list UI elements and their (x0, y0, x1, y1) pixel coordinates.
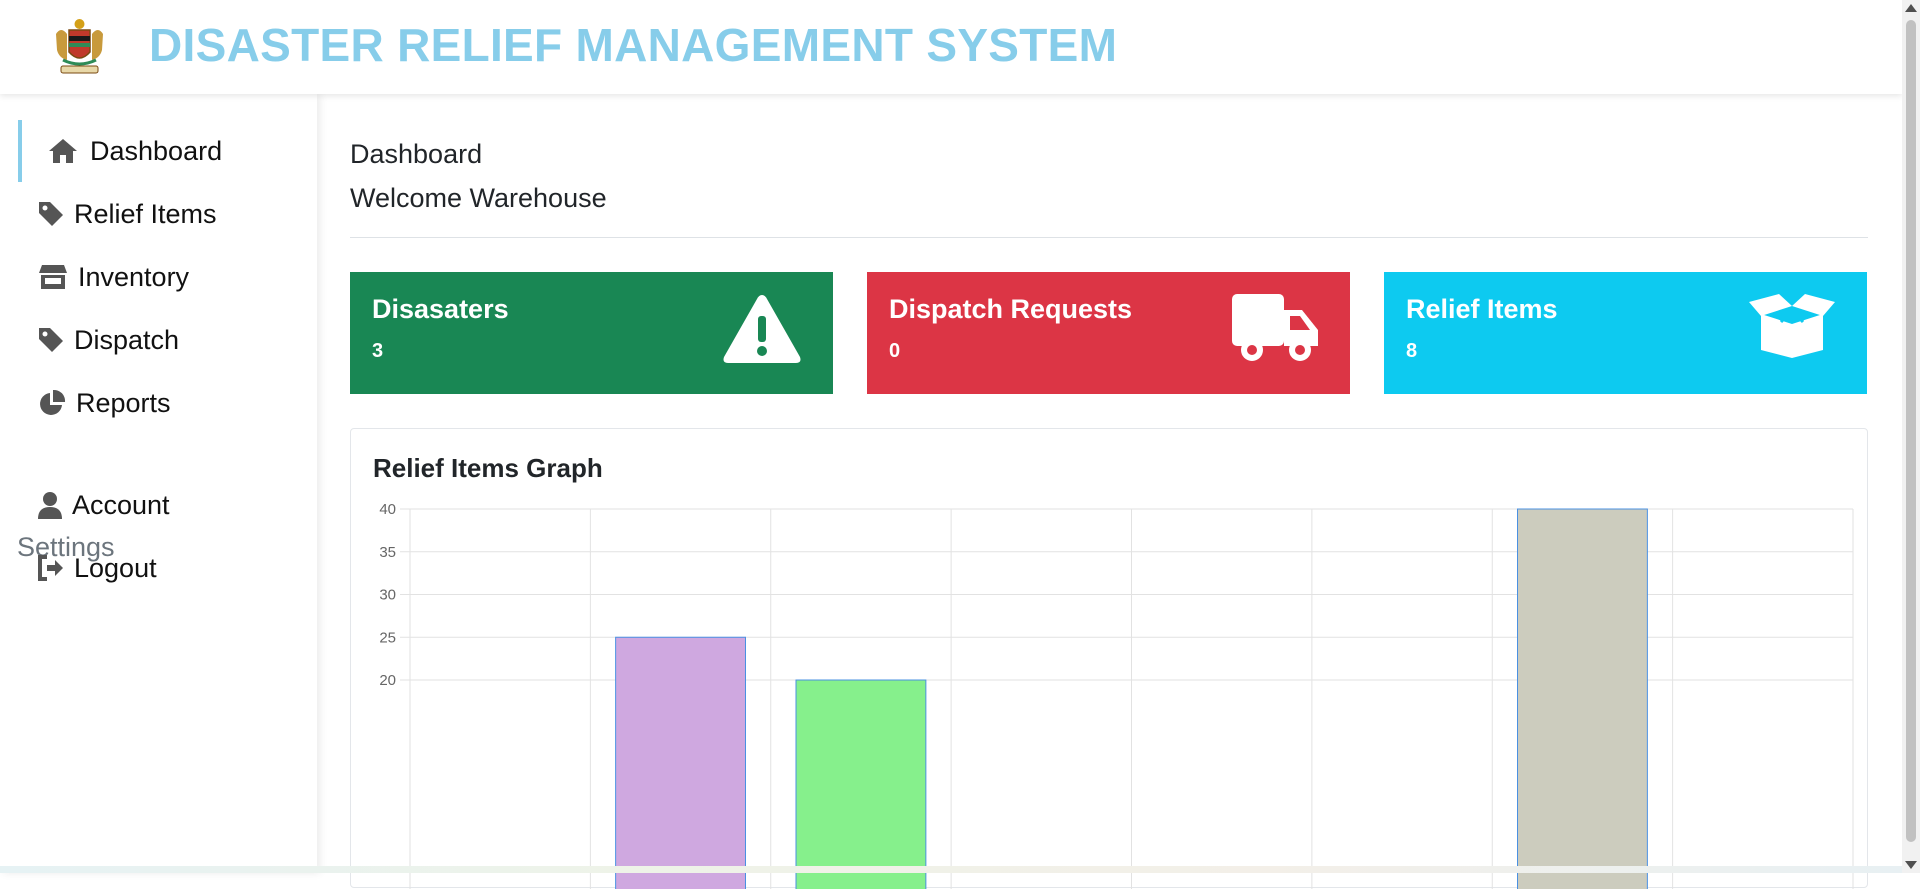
sidebar-item-inventory[interactable]: Inventory (18, 246, 298, 308)
scrollbar-thumb[interactable] (1906, 20, 1916, 842)
tag-icon (36, 325, 66, 355)
y-tick-label: 20 (379, 672, 396, 689)
scroll-up-arrow-icon[interactable] (1905, 4, 1917, 12)
card-title: Relief Items (1406, 294, 1558, 324)
coat-of-arms-logo (56, 19, 103, 74)
relief-items-bar-chart: 20 25 30 35 40 (379, 501, 1854, 889)
card-title: Dispatch Requests (889, 294, 1133, 324)
sidebar: Dashboard Relief Items Inventory Dispatc… (0, 94, 317, 873)
bottom-edge (0, 866, 1902, 873)
app-title: DISASTER RELIEF MANAGEMENT SYSTEM (149, 19, 1118, 71)
bar (795, 679, 927, 889)
relief-items-graph-card: Relief Items Graph 20 25 30 35 40 (350, 428, 1868, 889)
y-tick-label: 40 (379, 501, 396, 518)
y-tick-label: 30 (379, 587, 396, 604)
dispatch-requests-card[interactable]: Dispatch Requests 0 (867, 272, 1350, 394)
sidebar-item-label: Account (72, 489, 170, 520)
sidebar-item-label: Dashboard (90, 135, 223, 166)
sign-out-icon (36, 553, 66, 583)
y-tick-label: 35 (379, 544, 396, 561)
sidebar-item-label: Dispatch (74, 324, 180, 355)
vertical-scrollbar[interactable] (1902, 0, 1920, 873)
tag-icon (36, 199, 66, 229)
store-icon (36, 262, 70, 292)
sidebar-item-account[interactable]: Account (18, 474, 298, 536)
sidebar-item-label: Logout (74, 552, 157, 583)
sidebar-item-label: Reports (76, 387, 171, 418)
card-title: Disasaters (372, 294, 509, 324)
sidebar-item-label: Inventory (78, 261, 190, 292)
welcome-text: Welcome Warehouse (350, 183, 607, 213)
divider (350, 237, 1868, 238)
y-tick-label: 25 (379, 629, 396, 646)
bar (615, 636, 746, 889)
sidebar-item-dispatch[interactable]: Dispatch (18, 309, 298, 371)
bar (1517, 508, 1648, 889)
sidebar-item-label: Relief Items (74, 198, 217, 229)
sidebar-item-relief-items[interactable]: Relief Items (18, 183, 298, 245)
sidebar-item-reports[interactable]: Reports (18, 372, 298, 434)
sidebar-item-dashboard[interactable]: Dashboard (18, 120, 298, 182)
page-title: Dashboard (350, 139, 483, 169)
disasters-card[interactable]: Disasaters 3 (350, 272, 833, 394)
sidebar-item-logout[interactable]: Logout (18, 537, 298, 599)
card-value: 8 (1406, 340, 1418, 362)
relief-items-card[interactable]: Relief Items 8 (1384, 272, 1867, 394)
scroll-down-arrow-icon[interactable] (1905, 861, 1917, 869)
user-icon (36, 490, 64, 520)
top-header: DISASTER RELIEF MANAGEMENT SYSTEM (0, 0, 1902, 94)
open-box-icon (1749, 294, 1835, 358)
card-value: 3 (372, 340, 384, 362)
pie-chart-icon (36, 388, 68, 418)
warning-triangle-icon (723, 295, 801, 363)
home-icon (44, 136, 82, 166)
truck-icon (1232, 294, 1318, 361)
card-value: 0 (889, 340, 901, 362)
